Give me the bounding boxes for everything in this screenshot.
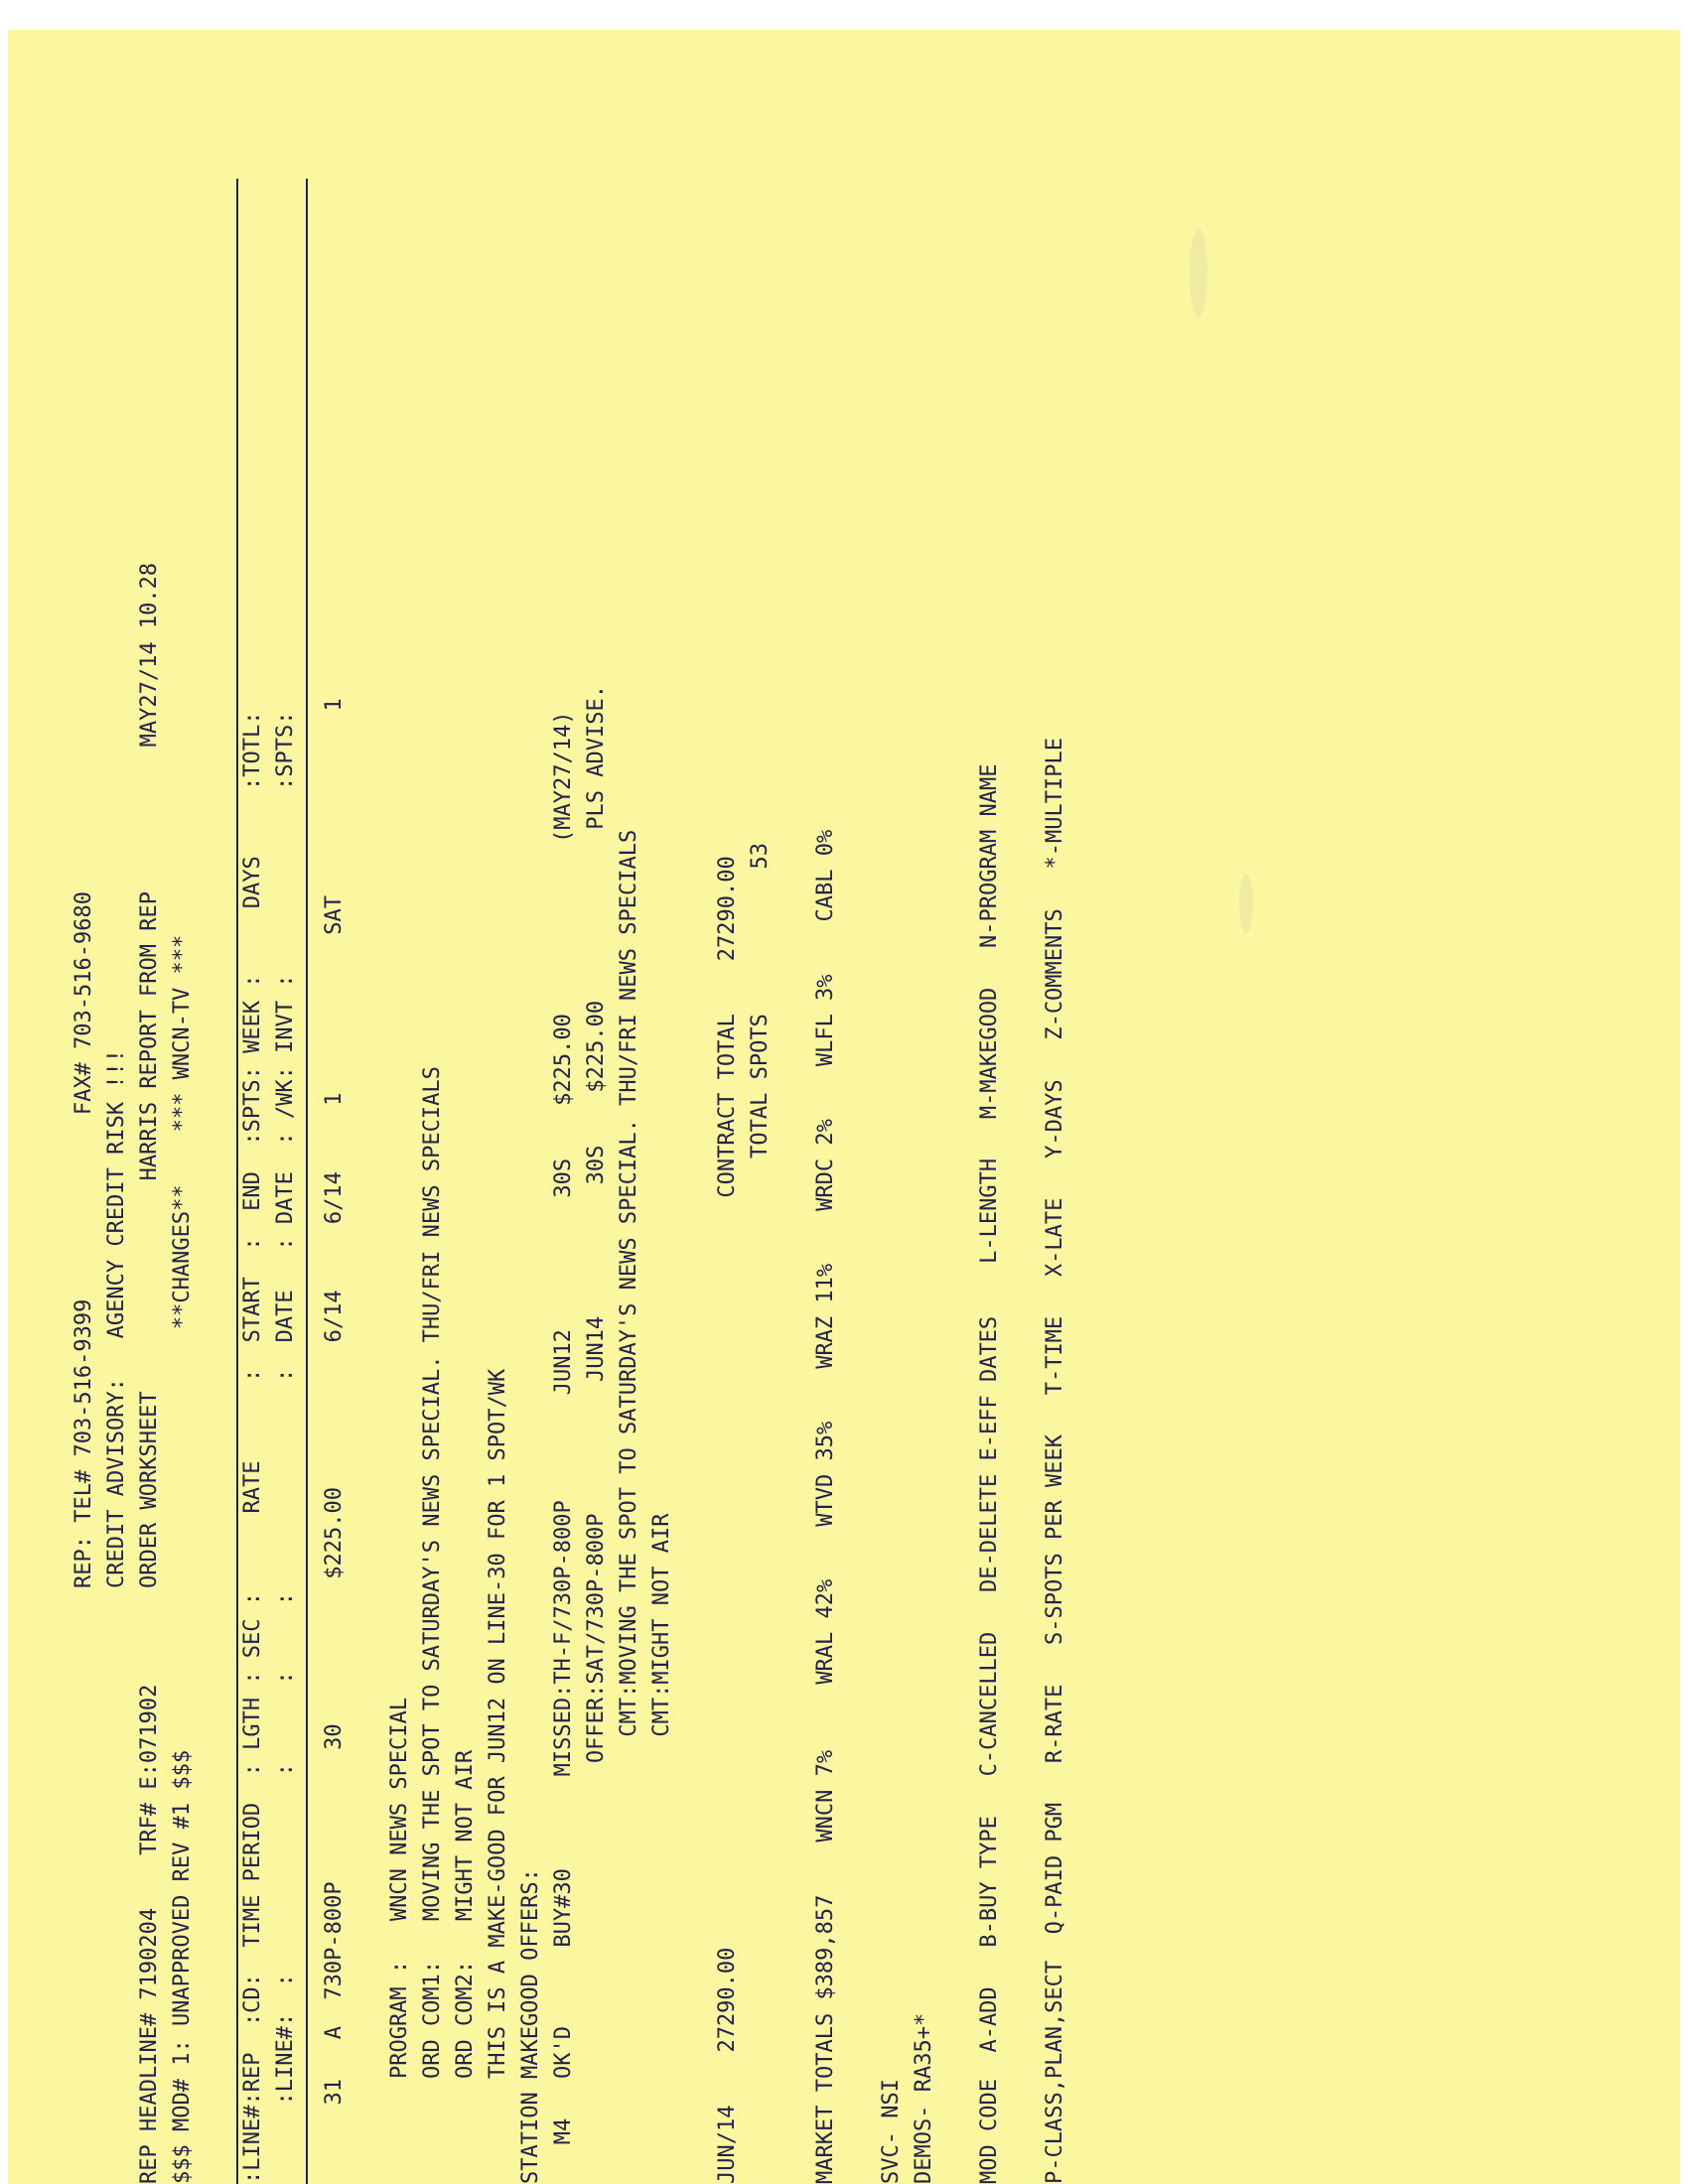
program-line: PROGRAM : WNCN NEWS SPECIAL: [387, 1697, 412, 2184]
header-rule-bottom: [306, 179, 308, 2184]
makegood-comment-2: CMT:MIGHT NOT AIR: [649, 1513, 674, 2184]
makegood-missed-line: M4 OK'D BUY#30 MISSED:TH-F/730P-800P JUN…: [551, 711, 576, 2184]
service-line: SVC- NSI: [879, 2079, 904, 2184]
column-header-row-2: :LINE#: : : : : : DATE : DATE : /WK: INV…: [273, 711, 298, 2184]
makegood-comment-1: CMT:MOVING THE SPOT TO SATURDAY'S NEWS S…: [617, 829, 641, 2184]
station-makegood-heading: STATION MAKEGOOD OFFERS:: [518, 1868, 543, 2184]
paper-blemish: [1239, 874, 1253, 933]
order-line-31: 31 A 730P-800P 30 $225.00 6/14 6/14 1 SA…: [322, 698, 347, 2184]
makegood-offer-line: OFFER:SAT/730P-800P JUN14 30S $225.00 PL…: [584, 685, 609, 2184]
column-header-row-1: :LINE#:REP :CD: TIME PERIOD : LGTH : SEC…: [240, 711, 265, 2184]
monthly-total-line: JUN/14 27290.00 CONTRACT TOTAL 27290.00: [715, 856, 740, 2184]
paper-blemish: [1190, 228, 1207, 318]
market-totals-line: MARKET TOTALS $389,857 WNCN 7% WRAL 42% …: [813, 829, 838, 2184]
headline-line: REP HEADLINE# 7190204 TRF# E:071902: [137, 1684, 162, 2184]
mod-line: $$$ MOD# 1: UNAPPROVED REV #1 $$$ **CHAN…: [170, 934, 195, 2184]
order-comment-2: ORD COM2: MIGHT NOT AIR: [453, 1749, 478, 2184]
demos-line: DEMOS- RA35+*: [912, 2012, 936, 2184]
header-rep-line: REP: TEL# 703-516-9399 FAX# 703-516-9680: [71, 891, 96, 1588]
total-spots-line: TOTAL SPOTS 53: [748, 842, 773, 2184]
document-page: REP: TEL# 703-516-9399 FAX# 703-516-9680…: [8, 30, 1680, 2184]
mod-code-legend: MOD CODE A-ADD B-BUY TYPE C-CANCELLED DE…: [977, 763, 1002, 2184]
header-order-line: ORDER WORKSHEET HARRIS REPORT FROM REP M…: [137, 562, 162, 1588]
rotated-worksheet: REP: TEL# 703-516-9399 FAX# 703-516-9680…: [68, 44, 1656, 2184]
header-credit-line: CREDIT ADVISORY: AGENCY CREDIT RISK !!!: [104, 1048, 129, 1588]
class-code-legend: P-CLASS,PLAN,SECT Q-PAID PGM R-RATE S-SP…: [1043, 738, 1067, 2184]
makegood-note: THIS IS A MAKE-GOOD FOR JUN12 ON LINE-30…: [486, 1368, 510, 2184]
order-comment-1: ORD COM1: MOVING THE SPOT TO SATURDAY'S …: [420, 1066, 445, 2184]
